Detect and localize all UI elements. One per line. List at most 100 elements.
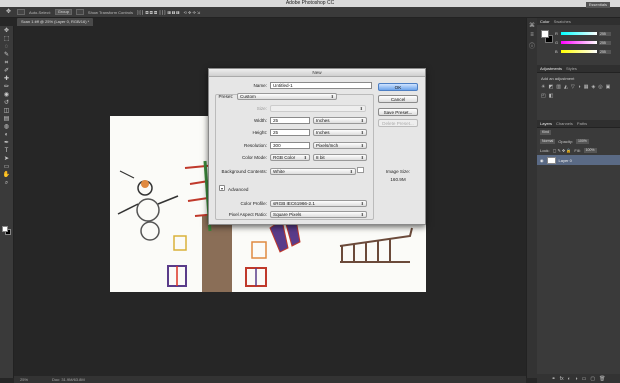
slider-bar[interactable] [561, 41, 597, 44]
tab-channels[interactable]: Channels [556, 120, 573, 127]
color-mode-select[interactable]: RGB Color ⬍ [270, 154, 310, 161]
width-field[interactable]: 25 [270, 117, 310, 124]
show-transform-checkbox[interactable] [75, 9, 84, 15]
foreground-color-swatch[interactable] [2, 226, 8, 232]
layers-footer-icon[interactable]: 🗑 [599, 376, 605, 382]
workspace-select[interactable]: Essentials [585, 2, 610, 8]
color-profile-select[interactable]: sRGB IEC61966-2.1 ⬍ [270, 200, 367, 207]
layer-name[interactable]: Layer 0 [559, 158, 572, 163]
save-preset-button[interactable]: Save Preset... [378, 108, 418, 116]
path-select-icon[interactable]: ➤ [2, 156, 11, 163]
bit-depth-select[interactable]: 8 bit ⬍ [313, 154, 367, 161]
tab-styles[interactable]: Styles [566, 65, 577, 72]
slider-value[interactable]: 255 [599, 40, 611, 45]
document-tab[interactable]: Scan 1.tiff @ 25% (Layer 0, RGB/16) * [17, 18, 94, 26]
background-color-chip[interactable] [357, 167, 364, 173]
kind-filter-select[interactable]: Kind [540, 130, 552, 135]
adjustment-icon[interactable]: ▥ [556, 84, 561, 90]
color-slider-r[interactable]: R 255 [555, 31, 617, 36]
adjustment-icon[interactable]: ◩ [548, 84, 553, 90]
layers-footer-icon[interactable]: ⚭ [552, 376, 556, 382]
adjustment-icon[interactable]: ▣ [606, 84, 611, 90]
zoom-icon[interactable]: ⌕ [2, 180, 11, 187]
dodge-icon[interactable]: ◐ [2, 132, 11, 139]
visibility-eye-icon[interactable]: ◉ [540, 158, 544, 163]
color-slider-g[interactable]: G 255 [555, 40, 617, 45]
color-slider-b[interactable]: B 255 [555, 49, 617, 54]
slider-bar[interactable] [561, 32, 597, 35]
tab-swatches[interactable]: Swatches [554, 18, 571, 25]
lasso-icon[interactable]: ◌ [2, 44, 11, 51]
type-icon[interactable]: T [2, 148, 11, 155]
healing-icon[interactable]: ✚ [2, 76, 11, 83]
slider-value[interactable]: 255 [599, 31, 611, 36]
adjustment-icon[interactable]: ◭ [564, 84, 568, 90]
tab-layers[interactable]: Layers [540, 120, 552, 127]
height-field[interactable]: 25 [270, 129, 310, 136]
pen-icon[interactable]: ✒ [2, 140, 11, 147]
layers-footer-icon[interactable]: ◐ [568, 376, 571, 382]
lock-icons[interactable]: ▢ ✎ ✥ 🔒 [553, 148, 572, 153]
lock-row: Lock: ▢ ✎ ✥ 🔒 Fill: 100% [537, 146, 620, 155]
gradient-icon[interactable]: ▤ [2, 116, 11, 123]
quick-select-icon[interactable]: ✎ [2, 52, 11, 59]
layers-footer-icon[interactable]: ▢ [590, 376, 595, 382]
hand-icon[interactable]: ✋ [2, 172, 11, 179]
resolution-field[interactable]: 300 [270, 142, 310, 149]
adjustment-icon[interactable]: ◧ [549, 93, 554, 99]
eraser-icon[interactable]: ◫ [2, 108, 11, 115]
brush-icon[interactable]: ✏ [2, 84, 11, 91]
blend-mode-select[interactable]: Normal [540, 139, 556, 144]
height-unit-select[interactable]: Inches ⬍ [313, 129, 367, 136]
adjustment-icon[interactable]: ◑ [578, 84, 581, 90]
adjustment-icon[interactable]: ☀ [541, 84, 545, 90]
layer-row[interactable]: ◉ Layer 0 [537, 155, 620, 165]
info-icon[interactable]: ⓘ [529, 41, 535, 50]
adjustment-icon[interactable]: ◎ [598, 84, 602, 90]
advanced-disclosure-icon[interactable]: ▾ [219, 185, 225, 191]
zoom-level[interactable]: 25% [20, 376, 28, 383]
adjustment-icon[interactable]: ◰ [541, 93, 546, 99]
layers-footer-icon[interactable]: fx [560, 376, 564, 382]
marquee-icon[interactable]: ⬚ [2, 36, 11, 43]
slider-bar[interactable] [561, 50, 597, 53]
adjustment-icon[interactable]: ◈ [591, 84, 595, 90]
slider-value[interactable]: 255 [599, 49, 611, 54]
crop-icon[interactable]: ⌗ [2, 60, 11, 67]
background-contents-label: Background Contents: [221, 169, 267, 174]
3d-mode-icons[interactable]: ⟲ ✥ ✣ ⇲ [184, 10, 201, 15]
layers-footer-icon[interactable]: ◑ [575, 376, 578, 382]
width-unit-select[interactable]: Inches ⬍ [313, 117, 367, 124]
adjustment-icon[interactable]: ▽ [571, 84, 575, 90]
properties-icon[interactable]: ≡ [530, 32, 534, 38]
pixel-aspect-select[interactable]: Square Pixels ⬍ [270, 211, 367, 218]
layers-footer-icon[interactable]: ▭ [582, 376, 587, 382]
tab-adjustments[interactable]: Adjustments [540, 65, 562, 72]
blend-row: Normal Opacity: 100% [537, 137, 620, 146]
adjustment-icon[interactable]: ▦ [584, 84, 589, 90]
preset-label: Preset: [218, 94, 233, 99]
align-icons[interactable]: ⫿ ⫿ ⫿ ▤ ▤ ▤ ⫿ ⫿ ⫿ ▥ ▥ ▥ [137, 10, 179, 15]
auto-select-checkbox[interactable] [17, 9, 25, 15]
resolution-unit-select[interactable]: Pixels/Inch ⬍ [313, 142, 367, 149]
new-document-dialog: New Name: Untitled-1 Preset: Custom ⬍ Siz… [208, 68, 426, 225]
name-field[interactable]: Untitled-1 [270, 82, 372, 89]
background-contents-select[interactable]: White ⬍ [270, 168, 356, 175]
shape-icon[interactable]: ▭ [2, 164, 11, 171]
cancel-button[interactable]: Cancel [378, 95, 418, 103]
move-tool-preset-icon[interactable]: ✥ [4, 9, 13, 16]
auto-select-target-select[interactable]: Group [54, 9, 72, 15]
eyedropper-icon[interactable]: ✐ [2, 68, 11, 75]
stamp-icon[interactable]: ◉ [2, 92, 11, 99]
panel-foreground-swatch[interactable] [541, 30, 549, 38]
history-brush-icon[interactable]: ↺ [2, 100, 11, 107]
tab-color[interactable]: Color [540, 18, 550, 25]
history-icon[interactable]: ⌘ [529, 22, 535, 29]
tab-paths[interactable]: Paths [577, 120, 587, 127]
opacity-field[interactable]: 100% [575, 139, 589, 144]
blur-icon[interactable]: ◍ [2, 124, 11, 131]
fill-field[interactable]: 100% [583, 148, 597, 153]
ok-button[interactable]: OK [378, 83, 418, 91]
preset-select[interactable]: Custom ⬍ [237, 93, 337, 100]
move-icon[interactable]: ✥ [2, 28, 11, 35]
